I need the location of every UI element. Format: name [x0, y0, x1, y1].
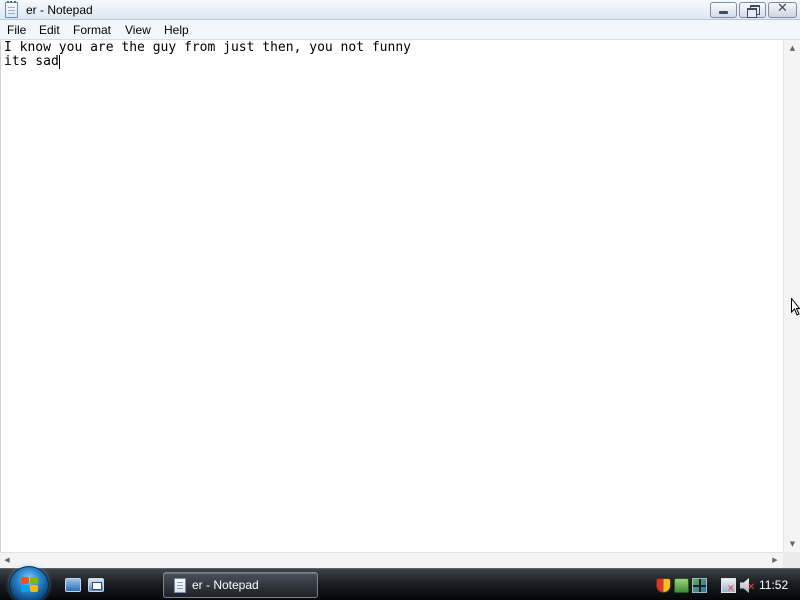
text-caret — [58, 55, 60, 69]
editor-line-2: its sad — [4, 55, 60, 69]
scroll-left-icon[interactable]: ◀ — [1, 556, 13, 564]
close-icon: ✕ — [777, 1, 788, 16]
notepad-icon[interactable] — [5, 1, 18, 18]
network-disconnected-icon: ✕ — [727, 584, 735, 594]
menu-bar: File Edit Format View Help — [0, 20, 800, 40]
maximize-button[interactable] — [739, 2, 766, 18]
scroll-right-icon[interactable]: ▶ — [769, 556, 781, 564]
windows-update-icon[interactable] — [692, 578, 707, 593]
menu-view[interactable]: View — [125, 23, 151, 37]
system-clock[interactable]: 11:52 — [759, 578, 788, 592]
menu-help[interactable]: Help — [164, 23, 189, 37]
close-button[interactable]: ✕ — [768, 1, 797, 18]
scroll-up-icon[interactable]: ▲ — [784, 44, 800, 52]
mouse-cursor-icon — [791, 298, 800, 316]
notepad-icon — [174, 578, 186, 593]
windows-defender-icon[interactable] — [656, 578, 671, 593]
menu-file[interactable]: File — [7, 23, 26, 37]
size-grip[interactable] — [783, 552, 800, 568]
volume-muted-x-icon: ✕ — [747, 582, 756, 593]
minimize-button[interactable] — [710, 2, 737, 18]
taskbar-button-label: er - Notepad — [192, 578, 259, 592]
start-orb-icon — [21, 577, 39, 593]
window-title: er - Notepad — [26, 3, 93, 17]
text-editor[interactable]: I know you are the guy from just then, y… — [0, 40, 783, 552]
menu-format[interactable]: Format — [73, 23, 111, 37]
switch-windows-icon[interactable] — [88, 578, 104, 592]
taskbar: er - Notepad ✕ ✕ 11:52 — [0, 566, 800, 600]
scroll-down-icon[interactable]: ▼ — [784, 540, 800, 548]
show-desktop-icon[interactable] — [65, 578, 81, 592]
horizontal-scrollbar[interactable]: ◀ ▶ — [0, 552, 783, 568]
editor-line-2-text: its sad — [4, 54, 59, 69]
security-center-icon[interactable] — [674, 578, 689, 593]
taskbar-button-notepad[interactable]: er - Notepad — [163, 572, 318, 598]
vertical-scrollbar[interactable]: ▲ ▼ — [783, 40, 800, 552]
start-button[interactable] — [9, 566, 49, 600]
title-bar[interactable]: er - Notepad ✕ — [0, 0, 800, 20]
menu-edit[interactable]: Edit — [39, 23, 60, 37]
editor-line-1: I know you are the guy from just then, y… — [4, 40, 411, 55]
